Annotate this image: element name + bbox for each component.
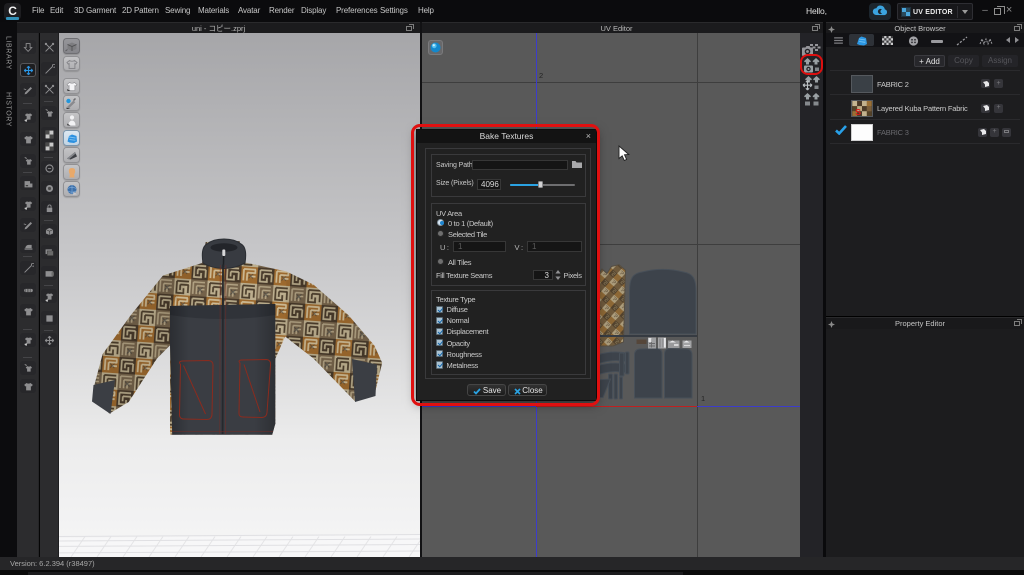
svg-text:S: S [855, 107, 861, 116]
